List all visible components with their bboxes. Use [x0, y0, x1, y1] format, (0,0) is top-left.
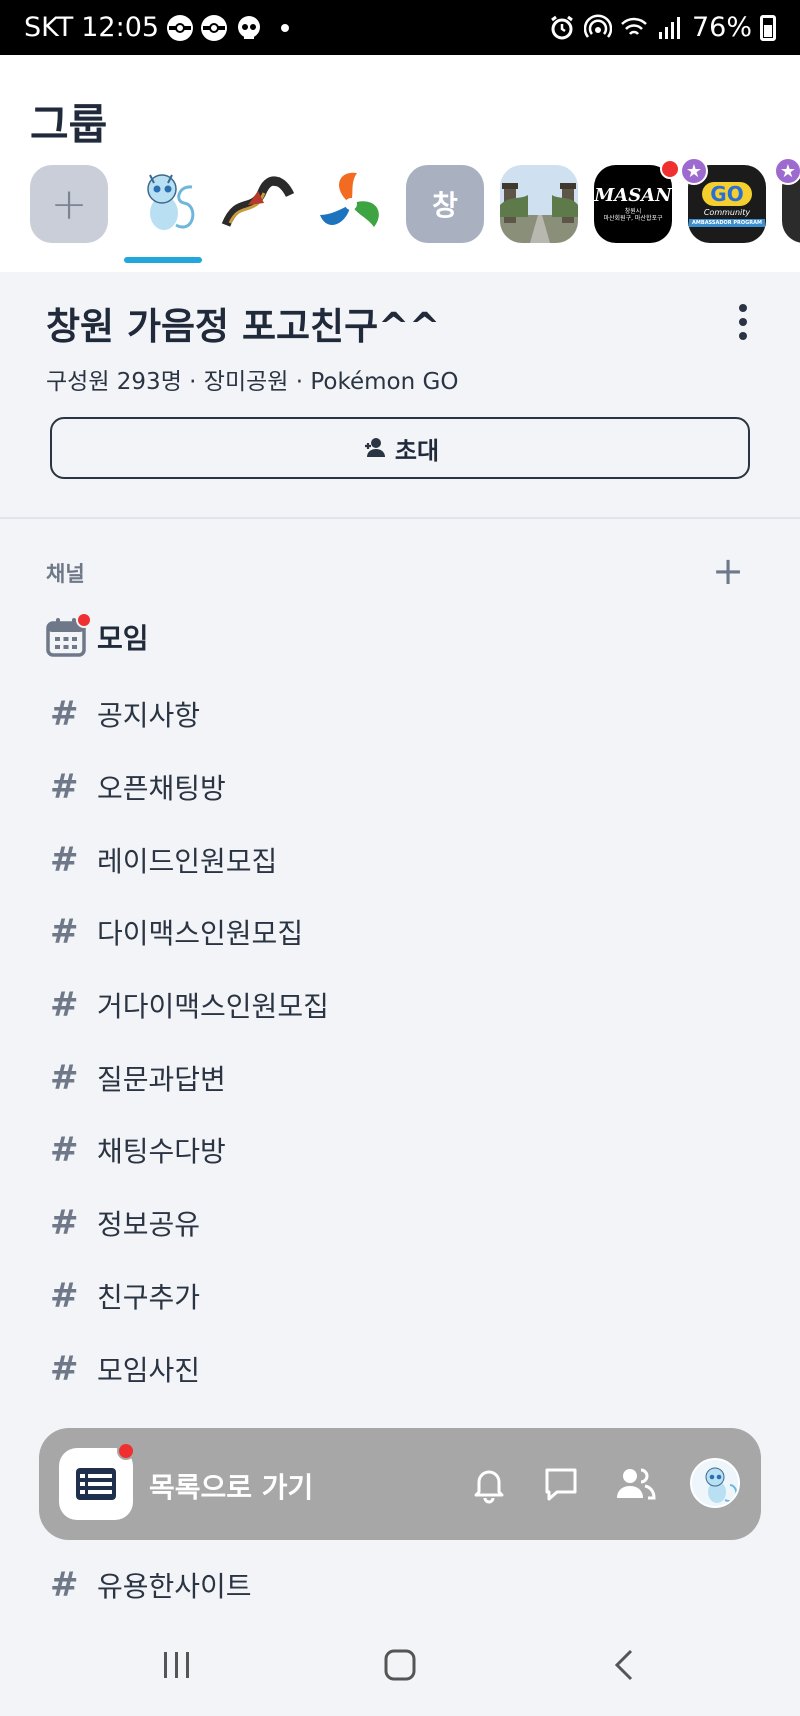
skull-icon — [238, 15, 261, 39]
hash-icon: # — [50, 1203, 79, 1243]
invite-button[interactable]: 초대 — [50, 417, 750, 479]
channel-name: 유용한사이트 — [97, 1570, 252, 1603]
group-name: 창원 가음정 포고친구^^ — [46, 305, 441, 348]
channel-item[interactable]: # 공지사항 — [0, 684, 800, 744]
hash-icon: # — [50, 1130, 79, 1170]
add-person-icon — [364, 438, 385, 457]
pokeball-icon — [201, 14, 228, 41]
hash-icon: # — [50, 1276, 79, 1316]
group-icon-initial[interactable]: 창 — [406, 165, 484, 243]
divider — [0, 517, 800, 519]
channel-name: 오픈채팅방 — [97, 772, 226, 805]
park-photo-icon — [500, 165, 578, 243]
hash-icon: # — [50, 1058, 79, 1098]
alarm-icon — [551, 15, 573, 39]
groups-header: 그룹 + 창 MASAN 창원시 마산회원구, 마산합포구 GO Communi… — [0, 55, 800, 272]
channel-item[interactable]: # 질문과답변 — [0, 1048, 800, 1108]
hash-icon: # — [50, 840, 79, 880]
channel-item[interactable]: # 정보공유 — [0, 1193, 800, 1253]
hotspot-icon — [583, 13, 612, 38]
carrier-label: SKT — [24, 12, 74, 43]
channel-item[interactable]: # 채팅수다방 — [0, 1120, 800, 1180]
plus-icon: + — [712, 549, 744, 593]
status-bar: SKT 12:05 76% — [0, 0, 800, 55]
masan-logo-subtext: 창원시 마산회원구, 마산합포구 — [603, 208, 663, 222]
channel-name: 친구추가 — [97, 1281, 201, 1314]
community-logo-icon — [312, 165, 390, 243]
list-icon — [76, 1468, 116, 1500]
channel-name: 질문과답변 — [97, 1063, 226, 1096]
add-group-button[interactable]: + — [30, 165, 108, 243]
add-channel-button[interactable]: + — [712, 552, 744, 590]
wifi-icon — [621, 17, 647, 35]
mew-avatar-icon — [124, 165, 202, 243]
hash-icon: # — [50, 1349, 79, 1389]
profile-avatar[interactable] — [690, 1458, 740, 1508]
channel-name: 공지사항 — [97, 699, 201, 732]
invite-label: 초대 — [394, 437, 440, 465]
group-info: 창원 가음정 포고친구^^ 구성원 293명 · 장미공원 · Pokémon … — [0, 272, 800, 518]
group-icon-ambassador[interactable]: GO Community AMBASSADOR PROGRAM ★ — [680, 157, 766, 243]
more-options-icon[interactable] — [738, 304, 748, 340]
star-badge-icon: ★ — [774, 157, 800, 185]
channel-item[interactable]: # 유용한사이트 — [0, 1555, 800, 1615]
channel-item[interactable]: # 모임사진 — [0, 1339, 800, 1399]
hash-icon: # — [50, 1565, 79, 1605]
battery-percent: 76% — [691, 12, 752, 43]
channel-item[interactable]: # 다이맥스인원모집 — [0, 902, 800, 962]
bell-icon[interactable] — [467, 1462, 511, 1506]
channel-item[interactable]: # 친구추가 — [0, 1266, 800, 1326]
mew-avatar-icon — [705, 1467, 738, 1503]
star-badge-icon: ★ — [680, 157, 708, 185]
group-icon-rayquaza[interactable] — [218, 165, 296, 243]
channels-header: 채널 — [46, 562, 85, 586]
channel-name: 레이드인원모집 — [97, 845, 278, 878]
clock: 12:05 — [81, 12, 160, 43]
bottom-bar: 목록으로 가기 — [39, 1428, 761, 1540]
channel-name: 다이맥스인원모집 — [97, 917, 304, 950]
pokeball-icon — [167, 14, 194, 41]
group-initial-label: 창 — [432, 189, 458, 222]
notification-dot — [76, 612, 92, 628]
channel-item[interactable]: # 레이드인원모집 — [0, 830, 800, 890]
message-icon[interactable] — [539, 1462, 583, 1506]
group-rail[interactable]: + 창 MASAN 창원시 마산회원구, 마산합포구 GO Community — [30, 157, 800, 263]
home-icon[interactable] — [383, 1648, 417, 1682]
notification-dot — [117, 1442, 135, 1460]
channel-item[interactable]: # 오픈채팅방 — [0, 757, 800, 817]
masan-logo-text: MASAN — [594, 185, 672, 207]
channel-item[interactable]: # 거다이맥스인원모집 — [0, 975, 800, 1035]
group-icon-community[interactable] — [312, 165, 390, 243]
group-icon-partial[interactable]: ★ — [774, 157, 800, 243]
plus-icon: + — [50, 178, 88, 230]
channel-name: 채팅수다방 — [97, 1135, 226, 1168]
ambassador-logo-text: AMBASSADOR PROGRAM — [689, 218, 765, 227]
page-title: 그룹 — [30, 100, 108, 149]
hash-icon: # — [50, 694, 79, 734]
friends-icon[interactable] — [613, 1462, 657, 1506]
hash-icon: # — [50, 912, 79, 952]
notification-dot — [660, 159, 680, 179]
dot-icon — [281, 23, 290, 32]
recent-apps-icon[interactable] — [160, 1648, 194, 1682]
go-to-list-label[interactable]: 목록으로 가기 — [149, 1466, 313, 1506]
back-icon[interactable] — [609, 1648, 643, 1682]
channel-name: 정보공유 — [97, 1208, 201, 1241]
hash-icon: # — [50, 985, 79, 1025]
go-logo-text: GO — [702, 181, 752, 206]
channel-name: 거다이맥스인원모집 — [97, 990, 329, 1023]
community-logo-text: Community — [703, 207, 751, 217]
hash-icon: # — [50, 767, 79, 807]
group-icon-mew[interactable] — [124, 165, 202, 263]
signal-icon — [658, 16, 680, 39]
group-meta: 구성원 293명 · 장미공원 · Pokémon GO — [46, 369, 459, 395]
battery-icon — [760, 14, 776, 41]
rayquaza-avatar-icon — [218, 165, 296, 243]
channel-meeting[interactable]: 모임 — [97, 617, 149, 657]
system-nav-bar — [0, 1620, 800, 1716]
channel-name: 모임사진 — [97, 1354, 201, 1387]
group-icon-park[interactable] — [500, 165, 578, 243]
group-icon-masan[interactable]: MASAN 창원시 마산회원구, 마산합포구 — [594, 159, 680, 243]
